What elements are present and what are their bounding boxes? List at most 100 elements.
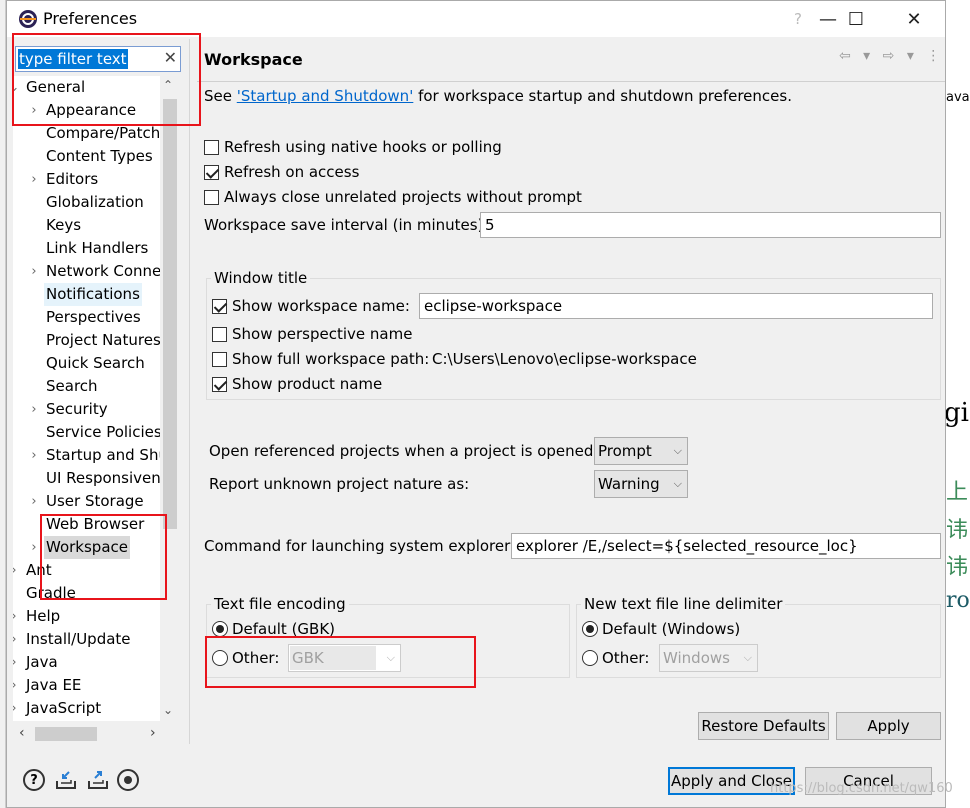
encoding-other-combo[interactable]: GBK ⌵	[288, 644, 401, 672]
panel-divider[interactable]	[189, 39, 190, 744]
expand-chevron-down-icon[interactable]: ⌄	[13, 76, 21, 99]
expand-chevron-right-icon[interactable]: ›	[13, 559, 21, 582]
oomph-record-icon[interactable]	[117, 769, 139, 791]
scroll-up-icon[interactable]: ⌃	[163, 78, 173, 92]
checkbox-box[interactable]	[204, 139, 219, 155]
expand-chevron-right-icon[interactable]: ›	[27, 260, 41, 283]
tree-item-label: Quick Search	[46, 354, 145, 372]
delimiter-other-radio[interactable]: Other:	[582, 647, 649, 669]
workspace-name-field[interactable]: eclipse-workspace	[419, 293, 933, 319]
filter-box[interactable]: type filter text ✕	[15, 46, 181, 72]
tree-item-label: Globalization	[46, 193, 144, 211]
background-window-right: ava gi 上 , 讳 纟 讳 纟 roo	[946, 0, 970, 808]
checkbox-box[interactable]	[212, 376, 227, 392]
scroll-right-icon[interactable]: ›	[150, 725, 156, 741]
filter-selected-text: type filter text	[18, 49, 128, 69]
tree-item-label: Security	[46, 400, 108, 418]
radio-dot[interactable]	[212, 650, 228, 666]
expand-chevron-right-icon[interactable]: ›	[27, 398, 41, 421]
expand-chevron-right-icon[interactable]: ›	[13, 651, 21, 674]
checkbox-box[interactable]	[212, 351, 227, 367]
expand-chevron-right-icon[interactable]: ›	[13, 674, 21, 697]
explorer-command-label: Command for launching system explorer:	[204, 537, 516, 555]
preferences-dialog: Preferences ? — ☐ ✕ type filter text ✕ ⌄…	[6, 0, 946, 808]
maximize-button[interactable]: ☐	[827, 1, 885, 37]
scroll-left-icon[interactable]: ‹	[19, 725, 25, 741]
import-icon[interactable]	[55, 769, 77, 791]
export-icon[interactable]	[87, 769, 109, 791]
tree-item-label: Search	[46, 377, 98, 395]
tree-item-label: Service Policies	[46, 423, 160, 441]
startup-shutdown-link[interactable]: 'Startup and Shutdown'	[237, 87, 414, 105]
chevron-down-icon: ⌵	[673, 444, 682, 457]
show-workspace-name-checkbox[interactable]: Show workspace name:	[212, 295, 410, 317]
title-bar[interactable]: Preferences ? — ☐ ✕	[7, 1, 945, 37]
show-perspective-checkbox[interactable]: Show perspective name	[212, 323, 412, 345]
radio-dot[interactable]	[212, 621, 228, 637]
preference-tree[interactable]: ⌄ General › Appearance Compare/Patch Content …	[13, 76, 160, 721]
history-navigation-icons[interactable]: ⇦ ▾ ⇨ ▾ ⋮	[839, 48, 944, 64]
tree-item-label: UI Responsiveness	[46, 469, 160, 487]
encoding-other-radio[interactable]: Other:	[212, 647, 279, 669]
tree-horizontal-scrollbar[interactable]: ‹ ›	[13, 724, 180, 744]
radio-label: Default (Windows)	[602, 620, 741, 638]
full-workspace-path: C:\Users\Lenovo\eclipse-workspace	[432, 350, 697, 368]
checkbox-box[interactable]	[204, 189, 219, 205]
delimiter-default-radio[interactable]: Default (Windows)	[582, 618, 740, 640]
expand-chevron-right-icon[interactable]: ›	[27, 490, 41, 513]
intro-prefix: See	[204, 87, 237, 105]
explorer-command-field[interactable]: explorer /E,/select=${selected_resource_…	[511, 533, 941, 559]
help-icon[interactable]: ?	[23, 769, 45, 791]
checkbox-box[interactable]	[204, 164, 219, 180]
checkbox-box[interactable]	[212, 298, 227, 314]
show-product-name-checkbox[interactable]: Show product name	[212, 373, 382, 395]
clear-filter-icon[interactable]: ✕	[164, 48, 177, 67]
always-close-checkbox[interactable]: Always close unrelated projects without …	[204, 186, 582, 208]
checkbox-label: Refresh on access	[224, 163, 360, 181]
save-interval-field[interactable]: 5	[480, 212, 941, 238]
show-full-path-checkbox[interactable]: Show full workspace path:	[212, 348, 429, 370]
expand-chevron-right-icon[interactable]: ›	[27, 99, 41, 122]
close-button[interactable]: ✕	[885, 1, 943, 37]
encoding-default-radio[interactable]: Default (GBK)	[212, 618, 335, 640]
refresh-native-checkbox[interactable]: Refresh using native hooks or polling	[204, 136, 502, 158]
expand-chevron-right-icon[interactable]: ›	[27, 444, 41, 467]
background-text: roo	[946, 588, 970, 613]
delimiter-other-combo[interactable]: Windows ⌵	[659, 644, 758, 672]
tree-item-label: Web Browser	[46, 515, 145, 533]
checkbox-label: Show workspace name:	[232, 297, 410, 315]
expand-chevron-right-icon[interactable]: ›	[27, 168, 41, 191]
refresh-access-checkbox[interactable]: Refresh on access	[204, 161, 359, 183]
tree-item-label: Perspectives	[46, 308, 141, 326]
expand-chevron-right-icon[interactable]: ›	[13, 628, 21, 651]
expand-chevron-right-icon[interactable]: ›	[27, 536, 41, 559]
expand-chevron-right-icon[interactable]: ›	[13, 605, 21, 628]
checkbox-box[interactable]	[212, 326, 227, 342]
scroll-thumb[interactable]	[35, 727, 97, 741]
radio-dot[interactable]	[582, 650, 598, 666]
radio-dot[interactable]	[582, 621, 598, 637]
tree-item-label: Ant	[26, 561, 52, 579]
background-text: 讳 纟	[946, 555, 970, 580]
background-text: 讳 纟	[946, 518, 970, 543]
open-referenced-combo[interactable]: Prompt ⌵	[594, 437, 688, 465]
report-unknown-combo[interactable]: Warning ⌵	[594, 470, 688, 498]
tree-item-label: User Storage	[46, 492, 144, 510]
scroll-down-icon[interactable]: ⌄	[163, 703, 173, 717]
line-delimiter-group-title: New text file line delimiter	[581, 595, 786, 613]
tree-vertical-scrollbar[interactable]: ⌃ ⌄	[160, 76, 180, 721]
apply-button[interactable]: Apply	[836, 712, 941, 740]
scroll-thumb[interactable]	[163, 99, 177, 529]
intro-suffix: for workspace startup and shutdown prefe…	[413, 87, 792, 105]
restore-defaults-button[interactable]: Restore Defaults	[698, 712, 829, 740]
expand-chevron-right-icon[interactable]: ›	[13, 697, 21, 720]
tree-item-label: Network Connections	[46, 262, 160, 280]
tree-item-label: Install/Update	[26, 630, 131, 648]
radio-label: Other:	[602, 649, 650, 667]
